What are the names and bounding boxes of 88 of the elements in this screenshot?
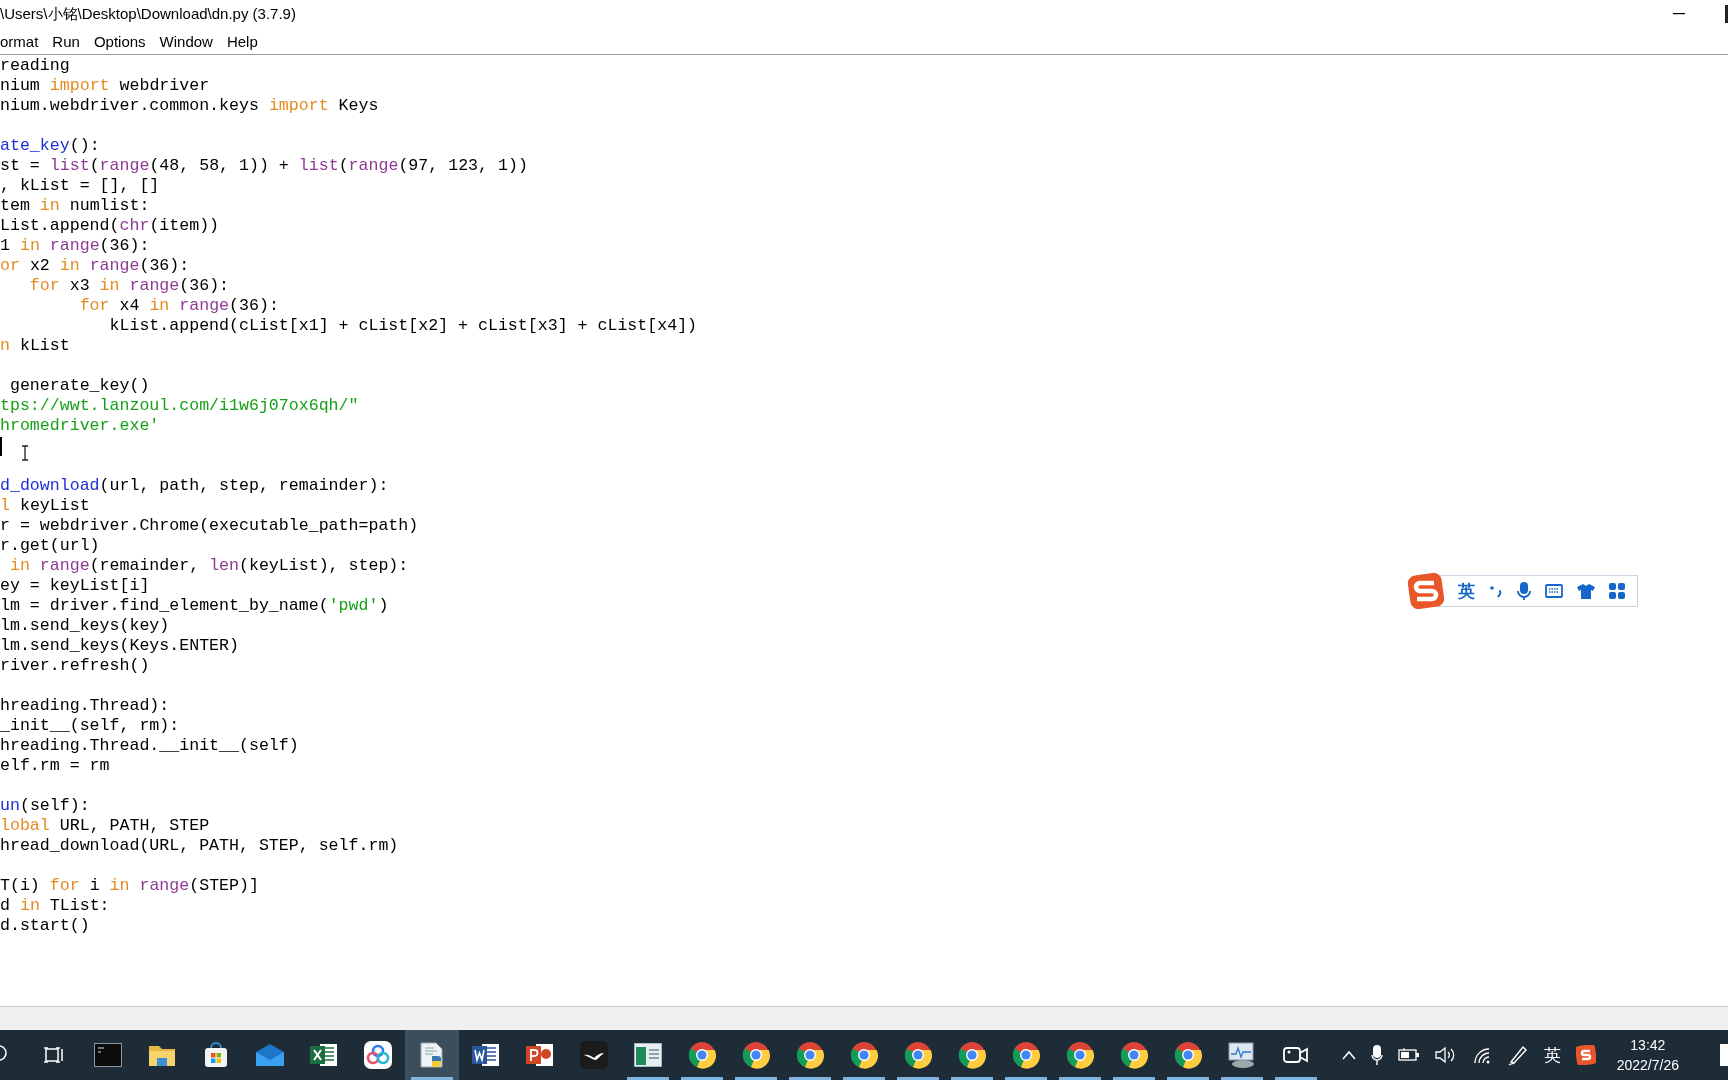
code-line: or x2 in range(36): [0, 256, 190, 276]
spreadsheet-app-icon [310, 1042, 338, 1068]
code-line: hreading.Thread): [0, 696, 170, 716]
cloud-app-icon [364, 1041, 392, 1069]
monitor-app-icon [1227, 1041, 1257, 1069]
code-line: l keyList [0, 496, 90, 516]
menu-item[interactable]: Run [52, 32, 87, 50]
code-line: 1 in range(36): [0, 236, 150, 256]
store-bag-icon [203, 1042, 229, 1068]
mail-icon [255, 1043, 285, 1067]
menu-item[interactable]: ormat [0, 32, 46, 50]
code-line: tps://wwt.lanzoul.com/i1w6j07ox6qh/" [0, 396, 359, 416]
menu-item[interactable]: Options [93, 32, 153, 50]
code-line: reading [0, 56, 70, 76]
code-line: elf.rm = rm [0, 756, 110, 776]
code-line: hreading.Thread.__init__(self) [0, 736, 299, 756]
window-app-icon [634, 1043, 662, 1067]
chevron-up-icon[interactable] [1341, 1050, 1356, 1060]
punctuation-icon[interactable] [1489, 583, 1503, 599]
input-method-logo-icon[interactable] [1575, 1045, 1596, 1065]
code-line: ey = keyList[i] [0, 576, 150, 596]
clock-date[interactable]: 2022/7/26 [1616, 1055, 1679, 1075]
grid-icon[interactable] [1609, 583, 1625, 599]
code-line: un(self): [0, 796, 90, 816]
code-line: in range(remainder, len(keyList), step): [8, 556, 409, 576]
wifi-icon[interactable] [1471, 1046, 1492, 1064]
code-line: _init__(self, rm): [0, 716, 180, 736]
code-line: for x4 in range(36): [78, 296, 279, 316]
input-mode-indicator[interactable]: 英 [1543, 1043, 1561, 1067]
bird-app-icon [580, 1041, 608, 1069]
code-line: lm = driver.find_element_by_name('pwd') [0, 596, 389, 616]
code-line: river.refresh() [0, 656, 150, 676]
browser-icon [688, 1041, 716, 1069]
code-line: lm.send_keys(key) [0, 616, 170, 636]
terminal-icon [94, 1043, 122, 1067]
keyboard-icon[interactable] [1545, 584, 1563, 598]
volume-icon[interactable] [1434, 1046, 1457, 1064]
code-line: hromedriver.exe' [0, 416, 160, 436]
menu-item[interactable]: Window [159, 32, 220, 50]
code-line: List.append(chr(item)) [0, 216, 220, 236]
browser-icon [1174, 1041, 1202, 1069]
menu-item[interactable]: Help [226, 32, 265, 50]
pen-icon[interactable] [1506, 1044, 1529, 1066]
browser-icon [1066, 1041, 1094, 1069]
code-line: nium.webdriver.common.keys import Keys [0, 96, 379, 116]
taskbar-button[interactable] [405, 1030, 459, 1080]
battery-icon[interactable] [1397, 1048, 1420, 1062]
browser-icon [1012, 1041, 1040, 1069]
code-line: n kList [0, 336, 70, 356]
input-method-logo-icon[interactable] [1407, 572, 1445, 610]
input-mode-toggle[interactable]: 英 [1458, 579, 1475, 603]
browser-icon [1120, 1041, 1148, 1069]
code-line: r = webdriver.Chrome(executable_path=path) [0, 516, 419, 536]
folder-icon [148, 1043, 176, 1067]
code-line: hread_download(URL, PATH, STEP, self.rm) [0, 836, 399, 856]
task-view-icon [43, 1044, 65, 1066]
code-line: r.get(url) [0, 536, 100, 556]
microphone-icon[interactable] [1370, 1044, 1383, 1066]
code-line: nium import webdriver [0, 76, 210, 96]
code-line: ate_key(): [0, 136, 100, 156]
code-line: , kList = [], [] [0, 176, 160, 196]
video-camera-icon [1283, 1045, 1309, 1065]
code-line: generate_key() [8, 376, 150, 396]
code-line: d.start() [0, 916, 90, 936]
code-line: lm.send_keys(Keys.ENTER) [0, 636, 239, 656]
code-line: tem in numlist: [0, 196, 150, 216]
clock-time[interactable]: 13:42 [1630, 1035, 1666, 1055]
document-app-icon [472, 1042, 500, 1068]
code-line: for x3 in range(36): [28, 276, 230, 296]
window-title: \Users\小铭\Desktop\Download\dn.py (3.7.9) [0, 4, 296, 24]
horizontal-scrollbar[interactable] [0, 1006, 1728, 1030]
presentation-app-icon [526, 1042, 554, 1068]
code-line: lobal URL, PATH, STEP [0, 816, 210, 836]
code-line: st = list(range(48, 58, 1)) + list(range(97, 123, 1)) [0, 156, 528, 176]
browser-icon [796, 1041, 824, 1069]
ibeam-cursor-icon [21, 445, 29, 461]
minimize-icon[interactable] [1673, 13, 1685, 15]
browser-icon [904, 1041, 932, 1069]
code-line: d_download(url, path, step, remainder): [0, 476, 389, 496]
browser-icon [742, 1041, 770, 1069]
python-editor-icon [418, 1041, 446, 1069]
code-line: d in TList: [0, 896, 110, 916]
browser-icon [850, 1041, 878, 1069]
browser-icon [958, 1041, 986, 1069]
shirt-icon[interactable] [1577, 583, 1595, 599]
text-cursor [0, 436, 2, 456]
code-line: kList.append(cList[x1] + cList[x2] + cList[x3] + cList[x4]) [108, 316, 698, 336]
code-line: T(i) for i in range(STEP)] [0, 876, 259, 896]
